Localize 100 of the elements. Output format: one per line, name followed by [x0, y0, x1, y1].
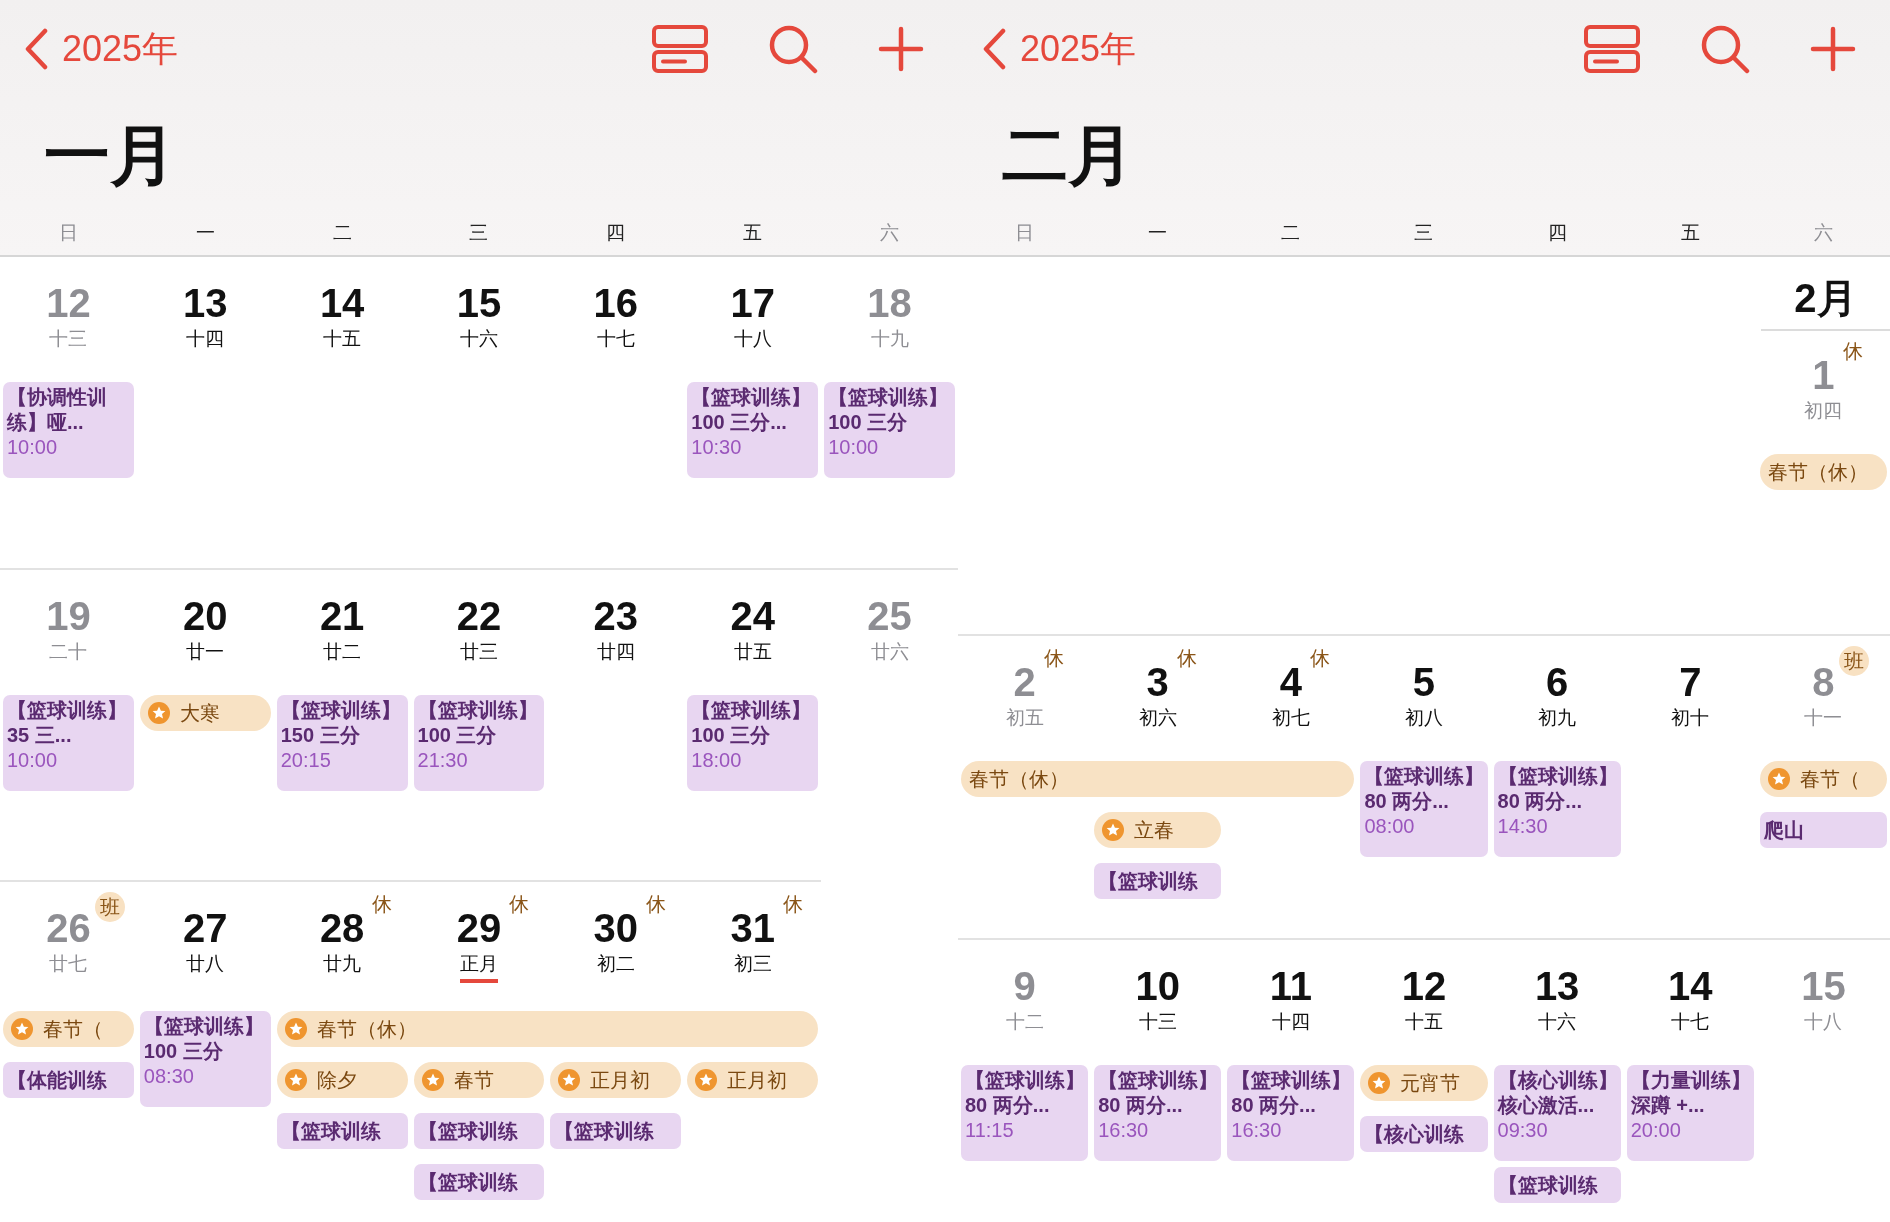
event-time: 18:00 — [691, 748, 743, 773]
holiday-chip[interactable]: 正月初 — [687, 1062, 819, 1098]
holiday-chip[interactable]: 立春 — [1094, 812, 1222, 848]
holiday-chip[interactable]: 春节（休） — [961, 761, 1355, 797]
event-card[interactable]: 【力量训练】 深蹲 +... 20:00 — [1626, 1065, 1754, 1161]
event-card[interactable]: 【协调性训练】哑... 10:00 — [3, 382, 134, 478]
event-chip[interactable]: 【篮球训练 — [1493, 1167, 1621, 1203]
add-button[interactable] — [878, 26, 924, 73]
event-card[interactable]: 【篮球训练】 150 三分 20:15 — [276, 695, 408, 791]
event-chip[interactable]: 【篮球训练 — [276, 1113, 408, 1149]
day-number[interactable]: 7 — [1679, 658, 1702, 706]
event-title: 【篮球训练】 — [143, 1014, 265, 1039]
day-number[interactable]: 13 — [183, 279, 228, 327]
lunar-date: 初八 — [1405, 706, 1443, 730]
holiday-chip[interactable]: 春节（休） — [1759, 454, 1887, 490]
plus-icon — [1810, 26, 1856, 73]
event-chip[interactable]: 爬山 — [1759, 812, 1887, 848]
holiday-chip[interactable]: 春节 — [413, 1062, 545, 1098]
event-chip[interactable]: 【篮球训练 — [413, 1113, 545, 1149]
event-chip[interactable]: 【核心训练 — [1360, 1116, 1488, 1152]
day-number[interactable]: 22 — [456, 592, 502, 640]
lunar-date: 初六 — [1138, 706, 1177, 730]
event-detail: 100 三分 — [417, 723, 498, 748]
search-button[interactable] — [1700, 24, 1750, 75]
event-card[interactable]: 【篮球训练】 100 三分... 10:30 — [687, 382, 819, 478]
holiday-chip[interactable]: 正月初 — [550, 1062, 682, 1098]
holiday-chip[interactable]: 春节（ — [1759, 761, 1887, 797]
event-card[interactable]: 【篮球训练】 100 三分 08:30 — [139, 1011, 271, 1107]
back-button[interactable]: 2025年 — [24, 24, 179, 74]
event-title: 【力量训练】 — [1630, 1068, 1750, 1093]
back-button[interactable]: 2025年 — [982, 24, 1137, 74]
day-number[interactable]: 10 — [1135, 962, 1180, 1010]
event-card[interactable]: 【篮球训练】 80 两分... 08:00 — [1360, 761, 1488, 857]
holiday-chip[interactable]: 元宵节 — [1360, 1065, 1488, 1101]
lunar-date: 正月 — [460, 952, 498, 983]
lunar-date: 初九 — [1538, 706, 1577, 730]
day-number[interactable]: 14 — [319, 279, 365, 327]
search-button[interactable] — [768, 24, 818, 75]
event-chip[interactable]: 【篮球训练 — [1094, 863, 1222, 899]
holiday-name: 正月初 — [590, 1068, 651, 1093]
weekday-label: 日 — [1015, 220, 1035, 245]
day-number[interactable]: 24 — [730, 592, 775, 640]
day-number[interactable]: 16 — [593, 279, 639, 327]
day-number[interactable]: 20 — [183, 592, 228, 640]
event-chip[interactable]: 【体能训练 — [3, 1062, 134, 1098]
event-detail: 100 三分 — [691, 723, 772, 748]
lunar-date: 初五 — [1005, 706, 1044, 730]
event-card[interactable]: 【篮球训练】 100 三分 21:30 — [413, 695, 545, 791]
day-number[interactable]: 21 — [319, 592, 365, 640]
event-time: 10:30 — [691, 435, 743, 460]
day-number[interactable]: 13 — [1534, 962, 1580, 1010]
day-number[interactable]: 30 — [593, 904, 639, 952]
lunar-date: 初三 — [733, 952, 772, 976]
day-number[interactable]: 15 — [456, 279, 502, 327]
lunar-date: 初七 — [1271, 706, 1310, 730]
holiday-chip[interactable]: 大寒 — [139, 695, 271, 731]
weekday-label: 三 — [1414, 220, 1434, 245]
event-chip[interactable]: 【篮球训练 — [413, 1164, 545, 1200]
day-number[interactable]: 31 — [730, 904, 775, 952]
event-card[interactable]: 【篮球训练】 80 两分... 14:30 — [1493, 761, 1621, 857]
event-card[interactable]: 【篮球训练】 35 三... 10:00 — [3, 695, 134, 791]
holiday-chip[interactable]: 除夕 — [276, 1062, 408, 1098]
workday-badge: 班 — [1838, 646, 1869, 676]
holiday-name: 立春 — [1134, 818, 1175, 843]
add-button[interactable] — [1810, 26, 1856, 73]
day-number[interactable]: 3 — [1146, 658, 1169, 706]
search-icon — [768, 24, 818, 75]
event-detail: 80 两分... — [1364, 789, 1450, 814]
day-number[interactable]: 6 — [1546, 658, 1569, 706]
event-chip[interactable]: 【篮球训练 — [550, 1113, 682, 1149]
day-number[interactable]: 12 — [1401, 962, 1447, 1010]
event-card[interactable]: 【篮球训练】 80 两分... 11:15 — [961, 1065, 1089, 1161]
holiday-chip[interactable]: 春节（休） — [276, 1011, 819, 1047]
lunar-date: 廿六 — [870, 640, 909, 664]
list-view-button[interactable] — [652, 25, 708, 74]
event-card[interactable]: 【篮球训练】 80 两分... 16:30 — [1094, 1065, 1222, 1161]
day-number[interactable]: 4 — [1279, 658, 1302, 706]
event-detail: 100 三分 — [828, 410, 909, 435]
day-number[interactable]: 14 — [1668, 962, 1713, 1010]
event-card[interactable]: 【篮球训练】 80 两分... 16:30 — [1227, 1065, 1355, 1161]
event-card[interactable]: 【篮球训练】 100 三分 18:00 — [687, 695, 819, 791]
day-number[interactable]: 28 — [319, 904, 365, 952]
day-number[interactable]: 27 — [183, 904, 228, 952]
holiday-chip[interactable]: 春节（ — [3, 1011, 134, 1047]
day-number[interactable]: 29 — [456, 904, 502, 952]
lunar-date: 十七 — [596, 327, 635, 351]
event-title: 【核心训练】 — [1497, 1068, 1617, 1093]
day-number[interactable]: 11 — [1269, 962, 1312, 1010]
day-number[interactable]: 17 — [730, 279, 775, 327]
day-number[interactable]: 23 — [593, 592, 639, 640]
event-card[interactable]: 【核心训练】 核心激活... 09:30 — [1493, 1065, 1621, 1161]
list-view-button[interactable] — [1584, 25, 1640, 74]
event-card[interactable]: 【篮球训练】 100 三分 10:00 — [824, 382, 955, 478]
weekday-label: 六 — [880, 220, 900, 245]
lunar-date: 十一 — [1804, 706, 1843, 730]
event-detail: 80 两分... — [1231, 1093, 1317, 1118]
event-time: 20:00 — [1630, 1118, 1682, 1143]
day-number[interactable]: 5 — [1412, 658, 1436, 706]
event-time: 11:15 — [965, 1118, 1015, 1143]
event-detail: 35 三... — [7, 723, 73, 748]
